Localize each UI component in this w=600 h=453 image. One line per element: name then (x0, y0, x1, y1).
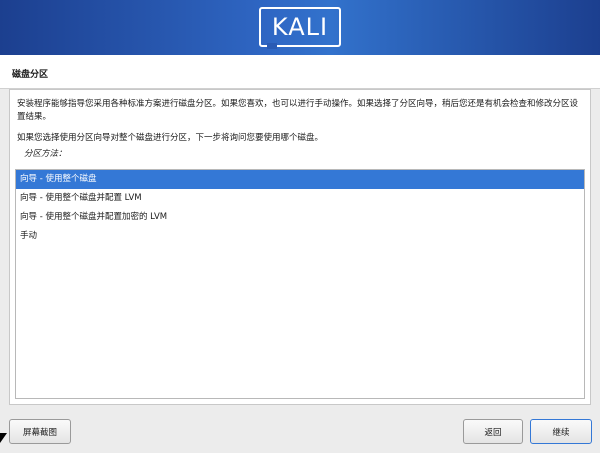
kali-logo-notch (267, 43, 277, 49)
option-guided-entire-disk[interactable]: 向导 - 使用整个磁盘 (16, 170, 584, 189)
kali-logo-text: KALI (271, 13, 329, 41)
option-guided-lvm[interactable]: 向导 - 使用整个磁盘并配置 LVM (16, 189, 584, 208)
option-guided-encrypted-lvm[interactable]: 向导 - 使用整个磁盘并配置加密的 LVM (16, 208, 584, 227)
content-panel: 安装程序能够指导您采用各种标准方案进行磁盘分区。如果您喜欢，也可以进行手动操作。… (9, 89, 591, 405)
button-bar: 屏幕截图 返回 继续 (0, 405, 600, 453)
mouse-cursor-icon (0, 433, 7, 443)
continue-button[interactable]: 继续 (530, 419, 592, 444)
partition-method-label: 分区方法： (24, 149, 67, 159)
partition-method-list[interactable]: 向导 - 使用整个磁盘 向导 - 使用整个磁盘并配置 LVM 向导 - 使用整个… (15, 169, 585, 399)
back-button[interactable]: 返回 (463, 419, 523, 444)
intro-text: 安装程序能够指导您采用各种标准方案进行磁盘分区。如果您喜欢，也可以进行手动操作。… (17, 99, 579, 122)
kali-logo: KALI (259, 7, 341, 49)
kali-banner: KALI (0, 0, 600, 55)
option-manual[interactable]: 手动 (16, 227, 584, 246)
page-title: 磁盘分区 (0, 55, 600, 89)
prompt-text: 如果您选择使用分区向导对整个磁盘进行分区，下一步将询问您要使用哪个磁盘。 (17, 133, 324, 143)
screenshot-button[interactable]: 屏幕截图 (9, 419, 71, 444)
